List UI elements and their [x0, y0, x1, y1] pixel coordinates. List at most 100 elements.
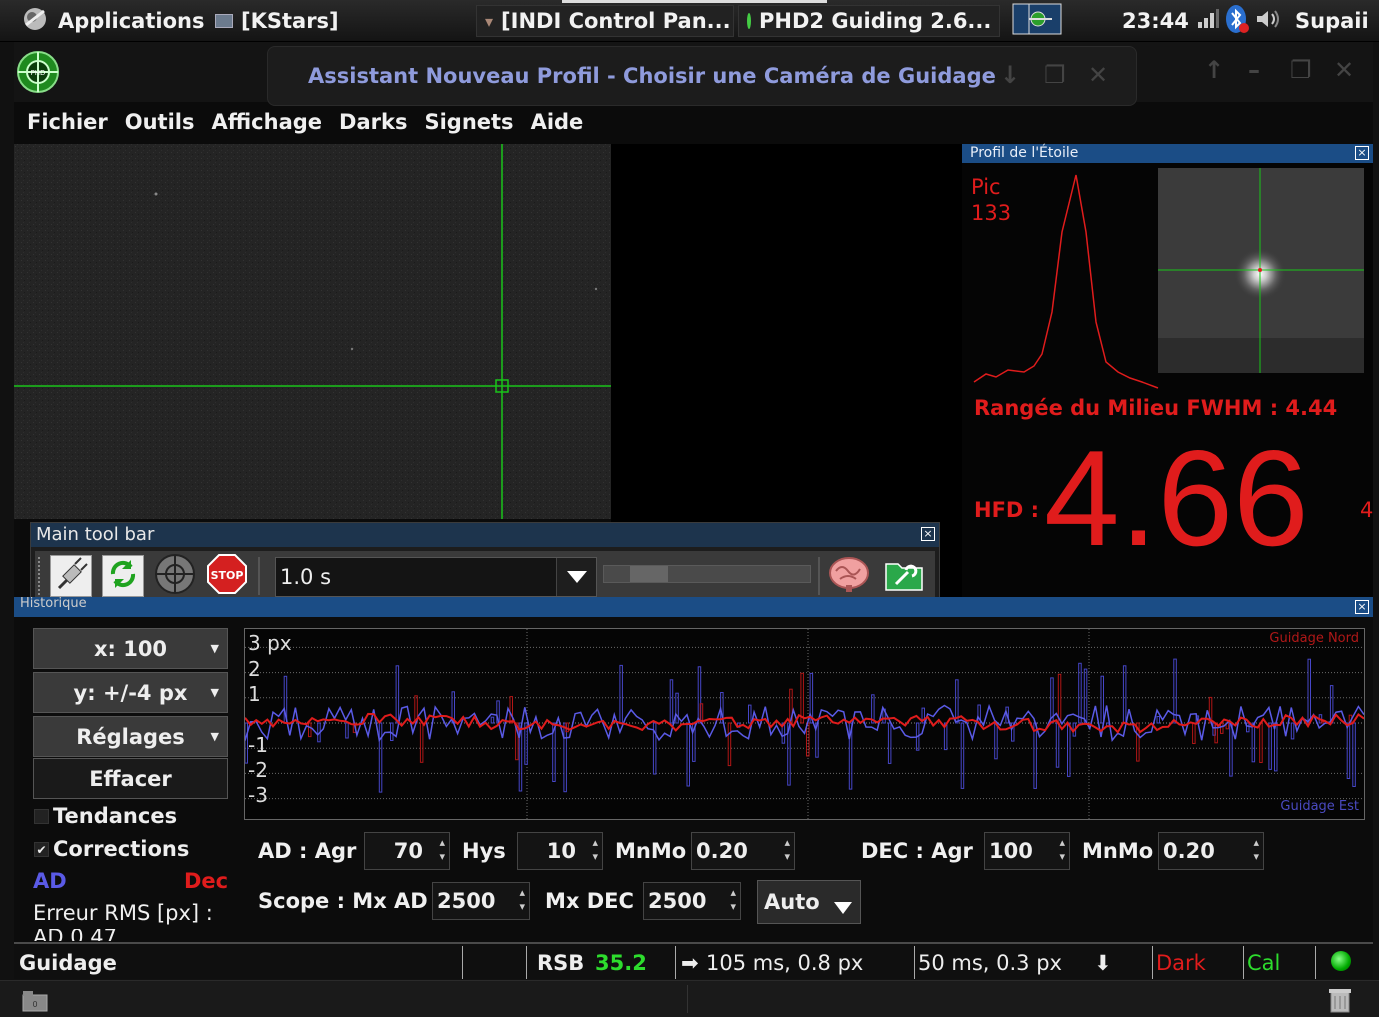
phd2-small-icon	[747, 13, 751, 29]
connection-status-icon	[1331, 951, 1351, 971]
history-title: Historique	[20, 596, 87, 611]
menu-outils[interactable]: Outils	[125, 110, 195, 134]
camera-view[interactable]	[14, 144, 611, 519]
spin-arrows-icon[interactable]: ▴ ▾	[439, 836, 445, 864]
spin-arrows-icon[interactable]: ▴ ▾	[1253, 836, 1259, 864]
exposure-value: 1.0 s	[280, 565, 332, 589]
corrections-checkbox[interactable]: ✔ Corrections	[34, 837, 189, 861]
y-tick-2: 2	[248, 657, 261, 681]
corrections-label: Corrections	[53, 837, 190, 861]
star-profile-pane: Profil de l'Étoile × Pic 133 Rangée du M…	[962, 144, 1373, 604]
star-profile-close-icon[interactable]: ×	[1355, 146, 1369, 160]
svg-text:0: 0	[32, 1000, 37, 1009]
applications-menu[interactable]: Applications	[20, 5, 204, 37]
dialog-maximize-icon[interactable]: ❐	[1044, 61, 1066, 89]
menu-aide[interactable]: Aide	[531, 110, 584, 134]
task-phd2[interactable]: PHD2 Guiding 2.6...	[738, 5, 1000, 37]
hysteresis-spin[interactable]: 10 ▴ ▾	[517, 832, 603, 870]
y-scale-select[interactable]: y: +/-4 px ▼	[33, 672, 228, 713]
window-maximize-icon[interactable]: ❐	[1290, 56, 1312, 84]
history-close-icon[interactable]: ×	[1355, 600, 1369, 614]
fwhm-readout: Rangée du Milieu FWHM : 4.44	[974, 396, 1338, 420]
workspace-icon	[1012, 3, 1062, 40]
show-desktop-icon[interactable]: 0	[22, 990, 48, 1016]
trends-checkbox[interactable]: Tendances	[34, 804, 177, 828]
brain-button[interactable]	[828, 555, 870, 597]
max-ra-duration-spin[interactable]: 2500 ▴ ▾	[432, 882, 530, 920]
grip-handle[interactable]	[38, 557, 42, 595]
dec-minmo-label: MnMo	[1082, 839, 1154, 863]
settings-select[interactable]: Réglages ▼	[33, 716, 228, 757]
scope-max-ra-label: Scope : Mx AD	[258, 889, 428, 913]
menu-signets[interactable]: Signets	[424, 110, 513, 134]
ra-minmo-value: 0.20	[696, 839, 748, 863]
menu-darks[interactable]: Darks	[339, 110, 407, 134]
task-indi[interactable]: ▾ [INDI Control Pan...	[476, 5, 734, 37]
dec-guide-mode-select[interactable]: Auto	[757, 880, 861, 924]
chevron-down-icon[interactable]	[556, 558, 596, 596]
indi-icon: ▾	[485, 11, 494, 31]
trends-box[interactable]	[34, 808, 49, 824]
spin-arrows-icon[interactable]: ▴ ▾	[519, 886, 525, 914]
gamma-slider-handle[interactable]	[630, 566, 668, 582]
clear-button[interactable]: Effacer	[33, 758, 228, 799]
loop-button[interactable]	[102, 555, 144, 597]
brain-icon	[828, 555, 870, 597]
task-kstars[interactable]: [KStars]	[215, 5, 339, 37]
check-icon[interactable]: ✔	[34, 841, 49, 857]
guide-target-icon	[154, 553, 196, 599]
connect-button[interactable]	[50, 555, 92, 597]
profile-wizard-icon	[884, 556, 924, 596]
main-toolbar-close-icon[interactable]: ×	[921, 527, 935, 541]
main-toolbar-header[interactable]: Main tool bar ×	[31, 523, 939, 547]
gamma-slider[interactable]	[603, 565, 811, 583]
window-minimize-icon[interactable]: –	[1248, 56, 1260, 84]
profile-wizard-button[interactable]	[883, 555, 925, 597]
exposure-select[interactable]: 1.0 s	[275, 557, 597, 597]
window-icon	[215, 14, 233, 28]
network-signal-icon[interactable]	[1196, 8, 1220, 35]
active-task-indicator	[562, 0, 827, 3]
ra-aggressiveness-spin[interactable]: 70 ▴ ▾	[364, 832, 450, 870]
volume-icon[interactable]	[1254, 8, 1282, 35]
ra-min-move-spin[interactable]: 0.20 ▴ ▾	[691, 832, 795, 870]
max-ra-value: 2500	[437, 889, 496, 913]
spin-arrows-icon[interactable]: ▴ ▾	[1059, 836, 1065, 864]
dialog-title-bar[interactable]: Assistant Nouveau Profil - Choisir une C…	[267, 46, 1137, 106]
bluetooth-icon[interactable]	[1224, 4, 1250, 39]
rms-label: Erreur RMS [px] :	[33, 901, 213, 925]
hfd-value-cut: 4	[1360, 498, 1374, 522]
clock[interactable]: 23:44	[1122, 5, 1189, 37]
workspace-switcher[interactable]	[1012, 3, 1062, 40]
window-close-icon[interactable]: ✕	[1334, 56, 1354, 84]
max-dec-duration-spin[interactable]: 2500 ▴ ▾	[643, 882, 741, 920]
max-dec-value: 2500	[648, 889, 707, 913]
spin-arrows-icon[interactable]: ▴ ▾	[592, 836, 598, 864]
window-shade-icon[interactable]: ↑	[1204, 56, 1224, 84]
dec-legend: Dec	[184, 869, 229, 893]
ra-legend: AD	[33, 869, 67, 893]
dec-mode-value: Auto	[764, 890, 820, 914]
stop-icon: STOP	[206, 553, 248, 599]
right-arrow-icon: ➡	[681, 950, 699, 975]
dialog-close-icon[interactable]: ✕	[1088, 61, 1108, 89]
history-graph[interactable]: 3 px 2 1 -1 -2 -3 Guidage Nord Guidage E…	[244, 628, 1369, 820]
dec-aggressiveness-spin[interactable]: 100 ▴ ▾	[984, 832, 1070, 870]
dec-min-move-spin[interactable]: 0.20 ▴ ▾	[1158, 832, 1264, 870]
user-menu[interactable]: Supaii	[1295, 5, 1369, 37]
stop-button[interactable]: STOP	[206, 553, 248, 599]
guide-button[interactable]	[154, 553, 196, 599]
y-tick-m3: -3	[248, 783, 268, 807]
menu-bar: Fichier Outils Affichage Darks Signets A…	[14, 102, 1373, 142]
trash-icon[interactable]	[1327, 986, 1353, 1017]
svg-text:PHD: PHD	[31, 69, 46, 77]
spin-arrows-icon[interactable]: ▴ ▾	[730, 886, 736, 914]
hfd-label: HFD :	[974, 498, 1040, 522]
menu-affichage[interactable]: Affichage	[212, 110, 323, 134]
x-scale-select[interactable]: x: 100 ▼	[33, 628, 228, 669]
spin-arrows-icon[interactable]: ▴ ▾	[784, 836, 790, 864]
taskbar-separator	[687, 985, 688, 1013]
dialog-shade-icon[interactable]: ↓	[1000, 61, 1020, 89]
window-titlebar[interactable]: PHD Assistant Nouveau Profil - Choisir u…	[14, 42, 1373, 106]
menu-fichier[interactable]: Fichier	[27, 110, 108, 134]
